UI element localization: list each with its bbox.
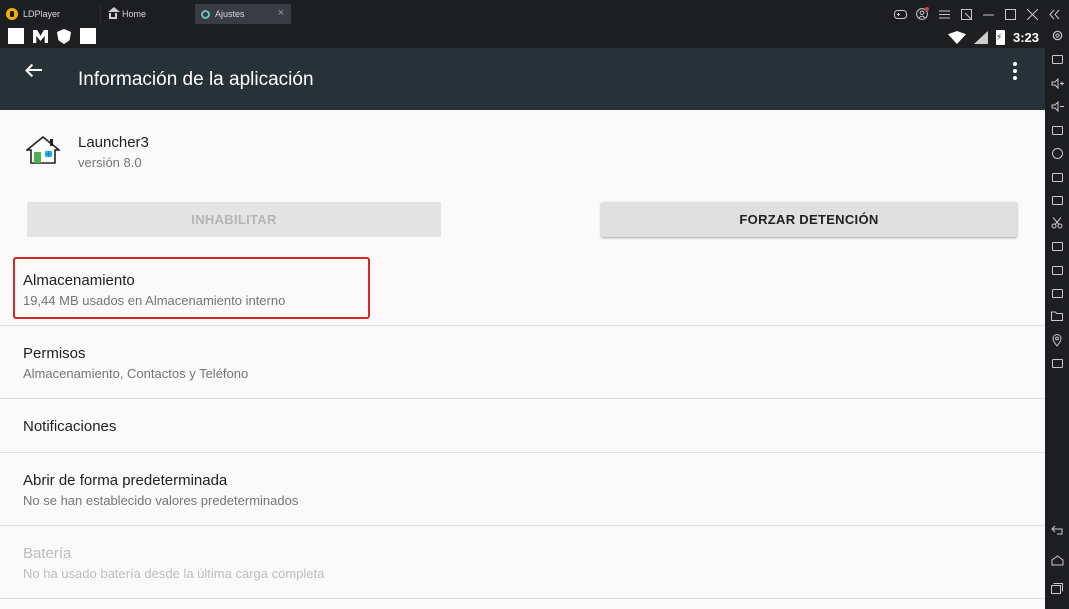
ldplayer-logo-icon xyxy=(6,8,18,20)
battery-charging-icon xyxy=(995,30,1005,45)
screenshot-scissors-icon[interactable] xyxy=(1049,215,1065,231)
emulator-sidebar xyxy=(1045,27,1069,609)
setting-subtitle: No ha usado batería desde la última carg… xyxy=(23,566,325,581)
notification-square-icon xyxy=(8,28,24,44)
disable-button[interactable]: INHABILITAR xyxy=(27,202,441,237)
macro-icon[interactable] xyxy=(1049,262,1065,278)
setting-row-permissions[interactable]: Permisos Almacenamiento, Contactos y Tel… xyxy=(0,326,1045,399)
setting-row-notifications[interactable]: Notificaciones xyxy=(0,399,1045,453)
rotate-icon[interactable] xyxy=(1049,355,1065,371)
tab-ajustes[interactable]: Ajustes × xyxy=(195,4,291,24)
settings-icon xyxy=(201,9,210,19)
setting-row-default-open[interactable]: Abrir de forma predeterminada No se han … xyxy=(0,453,1045,526)
back-arrow-icon[interactable] xyxy=(24,60,46,80)
home-icon xyxy=(108,6,120,19)
location-icon[interactable] xyxy=(1049,332,1065,348)
app-name: Launcher3 xyxy=(78,134,149,151)
notification-dot xyxy=(925,7,929,11)
wifi-icon xyxy=(947,31,966,44)
setting-title: Notificaciones xyxy=(23,418,117,435)
page-title: Información de la aplicación xyxy=(78,69,314,90)
sync-icon[interactable] xyxy=(1049,145,1065,161)
setting-title: Batería xyxy=(23,545,72,562)
window-controls xyxy=(889,4,1065,24)
force-stop-button[interactable]: FORZAR DETENCIÓN xyxy=(601,202,1017,237)
keyboard-icon[interactable] xyxy=(1049,51,1065,67)
setting-subtitle: Almacenamiento, Contactos y Teléfono xyxy=(23,366,249,381)
collapse-sidebar-icon[interactable] xyxy=(1043,5,1065,23)
emulator-window: LDPlayer Home Ajustes × ⚡ 3:23 Informaci… xyxy=(0,0,1069,609)
menu-icon[interactable] xyxy=(933,5,955,23)
launcher-app-icon xyxy=(24,135,62,165)
shake-icon[interactable] xyxy=(1049,285,1065,301)
tab-close-icon[interactable]: × xyxy=(278,8,284,19)
android-home-icon[interactable] xyxy=(1049,552,1065,568)
settings-icon[interactable] xyxy=(1049,27,1065,43)
no-signal-icon xyxy=(973,31,988,44)
notification-square-icon xyxy=(80,28,96,44)
app-version: versión 8.0 xyxy=(78,155,142,170)
folder-icon[interactable] xyxy=(1049,308,1065,324)
gamepad-icon[interactable] xyxy=(889,5,911,23)
more-options-icon[interactable] xyxy=(1012,62,1018,80)
android-recents-icon[interactable] xyxy=(1049,580,1065,596)
maximize-icon[interactable] xyxy=(999,5,1021,23)
tab-home[interactable]: Home xyxy=(100,4,192,24)
setting-row-battery: Batería No ha usado batería desde la últ… xyxy=(0,526,1045,599)
status-clock: 3:23 xyxy=(1012,30,1039,45)
minimize-icon[interactable] xyxy=(977,5,999,23)
restore-window-icon[interactable] xyxy=(955,5,977,23)
tab-home-label: Home xyxy=(122,9,147,19)
fullscreen-icon[interactable] xyxy=(1049,122,1065,138)
status-icons: 3:23 xyxy=(947,27,1039,48)
highlight-annotation-box xyxy=(13,257,370,319)
record-icon[interactable] xyxy=(1049,238,1065,254)
setting-title: Abrir de forma predeterminada xyxy=(23,472,228,489)
emulator-titlebar: LDPlayer Home Ajustes × xyxy=(0,0,1069,27)
emulator-brand: LDPlayer xyxy=(23,9,61,19)
setting-subtitle: No se han establecido valores predetermi… xyxy=(23,493,299,508)
add-app-icon[interactable] xyxy=(1049,169,1065,185)
volume-up-icon[interactable] xyxy=(1049,75,1065,91)
apk-install-icon[interactable] xyxy=(1049,192,1065,208)
account-icon[interactable] xyxy=(911,5,933,23)
tab-ajustes-label: Ajustes xyxy=(215,9,245,19)
setting-title: Permisos xyxy=(23,345,86,362)
android-status-bar xyxy=(0,27,1045,48)
volume-down-icon[interactable] xyxy=(1049,98,1065,114)
close-icon[interactable] xyxy=(1021,5,1043,23)
android-back-icon[interactable] xyxy=(1049,522,1065,538)
